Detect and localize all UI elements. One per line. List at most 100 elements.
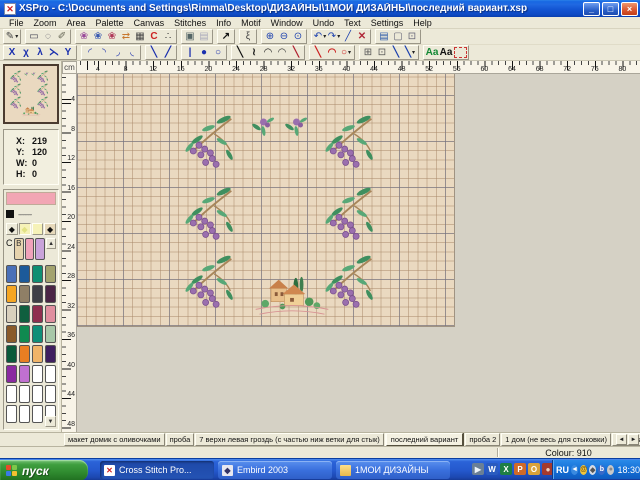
hide-icons-chevron[interactable]: ◄ <box>571 465 578 475</box>
backstitch-color-swatch[interactable] <box>6 210 14 218</box>
palette-swatch[interactable] <box>6 365 17 383</box>
backstitch-color-tool[interactable]: ╲ <box>290 46 303 59</box>
palette-scroll-up-button[interactable]: ▲ <box>46 238 56 249</box>
stitch-canvas[interactable] <box>77 74 455 327</box>
task-button[interactable]: ✕Cross Stitch Pro... <box>100 461 214 479</box>
palette-swatch[interactable] <box>6 345 17 363</box>
menu-palette[interactable]: Palette <box>91 18 129 28</box>
french-knot-pin-tool[interactable]: | <box>184 46 197 59</box>
design-tab[interactable]: последний вариант <box>385 432 465 446</box>
start-button[interactable]: пуск <box>0 460 88 480</box>
line-style-tool-2-dropdown[interactable]: ▾ <box>412 49 415 56</box>
palette-swatch[interactable] <box>45 325 56 343</box>
design-tab[interactable]: макет домик с оливочками <box>64 433 165 446</box>
palette-swatch[interactable] <box>6 325 17 343</box>
task-button[interactable]: 1МОИ ДИЗАЙНЫ <box>336 461 450 479</box>
design-tab[interactable]: проба <box>166 433 195 446</box>
three-quarter-stitch-tool-3[interactable]: ⋋ <box>48 46 61 59</box>
backstitch-curve-tool-2[interactable]: ◠ <box>276 46 289 59</box>
text-color-tool[interactable]: Aa <box>426 46 439 59</box>
half-stitch-back-tool[interactable]: ╲ <box>148 46 161 59</box>
full-cross-stitch-tool[interactable]: X <box>6 46 19 59</box>
palette-swatch[interactable] <box>32 285 43 303</box>
redwork-curve-tool[interactable]: ◠ <box>326 46 339 59</box>
language-indicator[interactable]: RU <box>556 465 569 475</box>
motif-edit-tool[interactable]: ⊡ <box>376 46 389 59</box>
pointer-tool[interactable]: ↗ <box>220 30 233 43</box>
palette-swatch[interactable] <box>19 385 30 403</box>
redwork-circle-tool[interactable]: ○▾ <box>340 46 353 59</box>
design-tab[interactable]: проба 2 <box>465 433 500 446</box>
freehand-select-tool[interactable]: ✐ <box>56 30 69 43</box>
knot-black-left-button[interactable]: ◆ <box>6 223 18 235</box>
menu-stitches[interactable]: Stitches <box>169 18 211 28</box>
pencil-tool[interactable]: ✎▾ <box>6 30 19 43</box>
menu-file[interactable]: File <box>4 18 29 28</box>
media-player-icon[interactable]: ▶ <box>472 463 484 475</box>
top-swatch-2[interactable] <box>25 238 35 260</box>
line-style-tool-1[interactable]: ╲ <box>390 46 403 59</box>
palette-swatch[interactable] <box>45 385 56 403</box>
half-stitch-forward-tool[interactable]: ╱ <box>162 46 175 59</box>
palette-swatch[interactable] <box>6 305 17 323</box>
quarter-stitch-tool-tl[interactable]: ◜ <box>84 46 97 59</box>
pencil-tool-dropdown[interactable]: ▾ <box>15 33 18 40</box>
spray-tool[interactable]: ∴ <box>162 30 175 43</box>
pen-mark-tool[interactable]: ╱ <box>342 30 355 43</box>
thread-guide-tool[interactable]: ξ <box>242 30 255 43</box>
backstitch-curve-tool-1[interactable]: ◠ <box>262 46 275 59</box>
palette-swatch[interactable] <box>32 325 43 343</box>
delete-tool[interactable]: ✕ <box>356 30 369 43</box>
antivirus-icon[interactable]: b <box>598 465 605 475</box>
quarter-stitch-tool-br[interactable]: ◞ <box>112 46 125 59</box>
export-button[interactable]: ⊡ <box>406 30 419 43</box>
motif-stamp-tool[interactable]: ❀ <box>78 30 91 43</box>
top-swatch-1[interactable]: B <box>14 238 24 260</box>
redwork-circle-tool-dropdown[interactable]: ▾ <box>348 49 351 56</box>
palette-swatch[interactable] <box>45 365 56 383</box>
excel-icon[interactable]: X <box>500 463 512 475</box>
undo-button-dropdown[interactable]: ▾ <box>323 33 326 40</box>
rotate-tool[interactable]: C <box>148 30 161 43</box>
palette-swatch[interactable] <box>6 265 17 283</box>
palette-swatch[interactable] <box>19 365 30 383</box>
flip-tool[interactable]: ⇄ <box>120 30 133 43</box>
menu-settings[interactable]: Settings <box>366 18 409 28</box>
volume-icon[interactable]: ◆ <box>589 465 596 475</box>
backstitch-tool[interactable]: ╲ <box>234 46 247 59</box>
palette-swatch[interactable] <box>45 305 56 323</box>
messenger-icon[interactable]: @ <box>580 465 587 475</box>
menu-window[interactable]: Window <box>266 18 308 28</box>
pale-yellow-selected-button[interactable]: ◆ <box>19 223 31 235</box>
palette-swatch[interactable] <box>19 405 30 423</box>
zoom-in-tool[interactable]: ⊕ <box>264 30 277 43</box>
palette-swatch[interactable] <box>19 325 30 343</box>
minimize-button[interactable]: _ <box>583 2 600 16</box>
palette-swatch[interactable] <box>6 285 17 303</box>
palette-swatch[interactable] <box>19 265 30 283</box>
screen-preview-tool[interactable]: ▣ <box>184 30 197 43</box>
quarter-stitch-tool-tr[interactable]: ◝ <box>98 46 111 59</box>
print-preview-tool[interactable]: ▤ <box>198 30 211 43</box>
menu-area[interactable]: Area <box>62 18 91 28</box>
redo-button-dropdown[interactable]: ▾ <box>337 33 340 40</box>
palette-swatch[interactable] <box>32 365 43 383</box>
powerpoint-icon[interactable]: P <box>514 463 526 475</box>
pale-yellow-button[interactable] <box>32 223 44 235</box>
palette-swatch[interactable] <box>32 345 43 363</box>
menu-text[interactable]: Text <box>339 18 366 28</box>
palette-swatch[interactable] <box>45 265 56 283</box>
three-quarter-stitch-tool-1[interactable]: χ <box>20 46 33 59</box>
palette-swatch[interactable] <box>32 305 43 323</box>
close-button[interactable]: × <box>621 2 638 16</box>
palette-swatch[interactable] <box>19 345 30 363</box>
title-bar[interactable]: ✕ XSPro - C:\Documents and Settings\Rimm… <box>0 0 640 17</box>
palette-swatch[interactable] <box>19 285 30 303</box>
word-icon[interactable]: W <box>486 463 498 475</box>
menu-canvas[interactable]: Canvas <box>129 18 170 28</box>
palette-swatch[interactable] <box>32 385 43 403</box>
pattern-fill-tool[interactable]: ▦ <box>134 30 147 43</box>
current-thread-color[interactable] <box>6 192 56 205</box>
palette-swatch[interactable] <box>6 405 17 423</box>
quarter-stitch-tool-bl[interactable]: ◟ <box>126 46 139 59</box>
